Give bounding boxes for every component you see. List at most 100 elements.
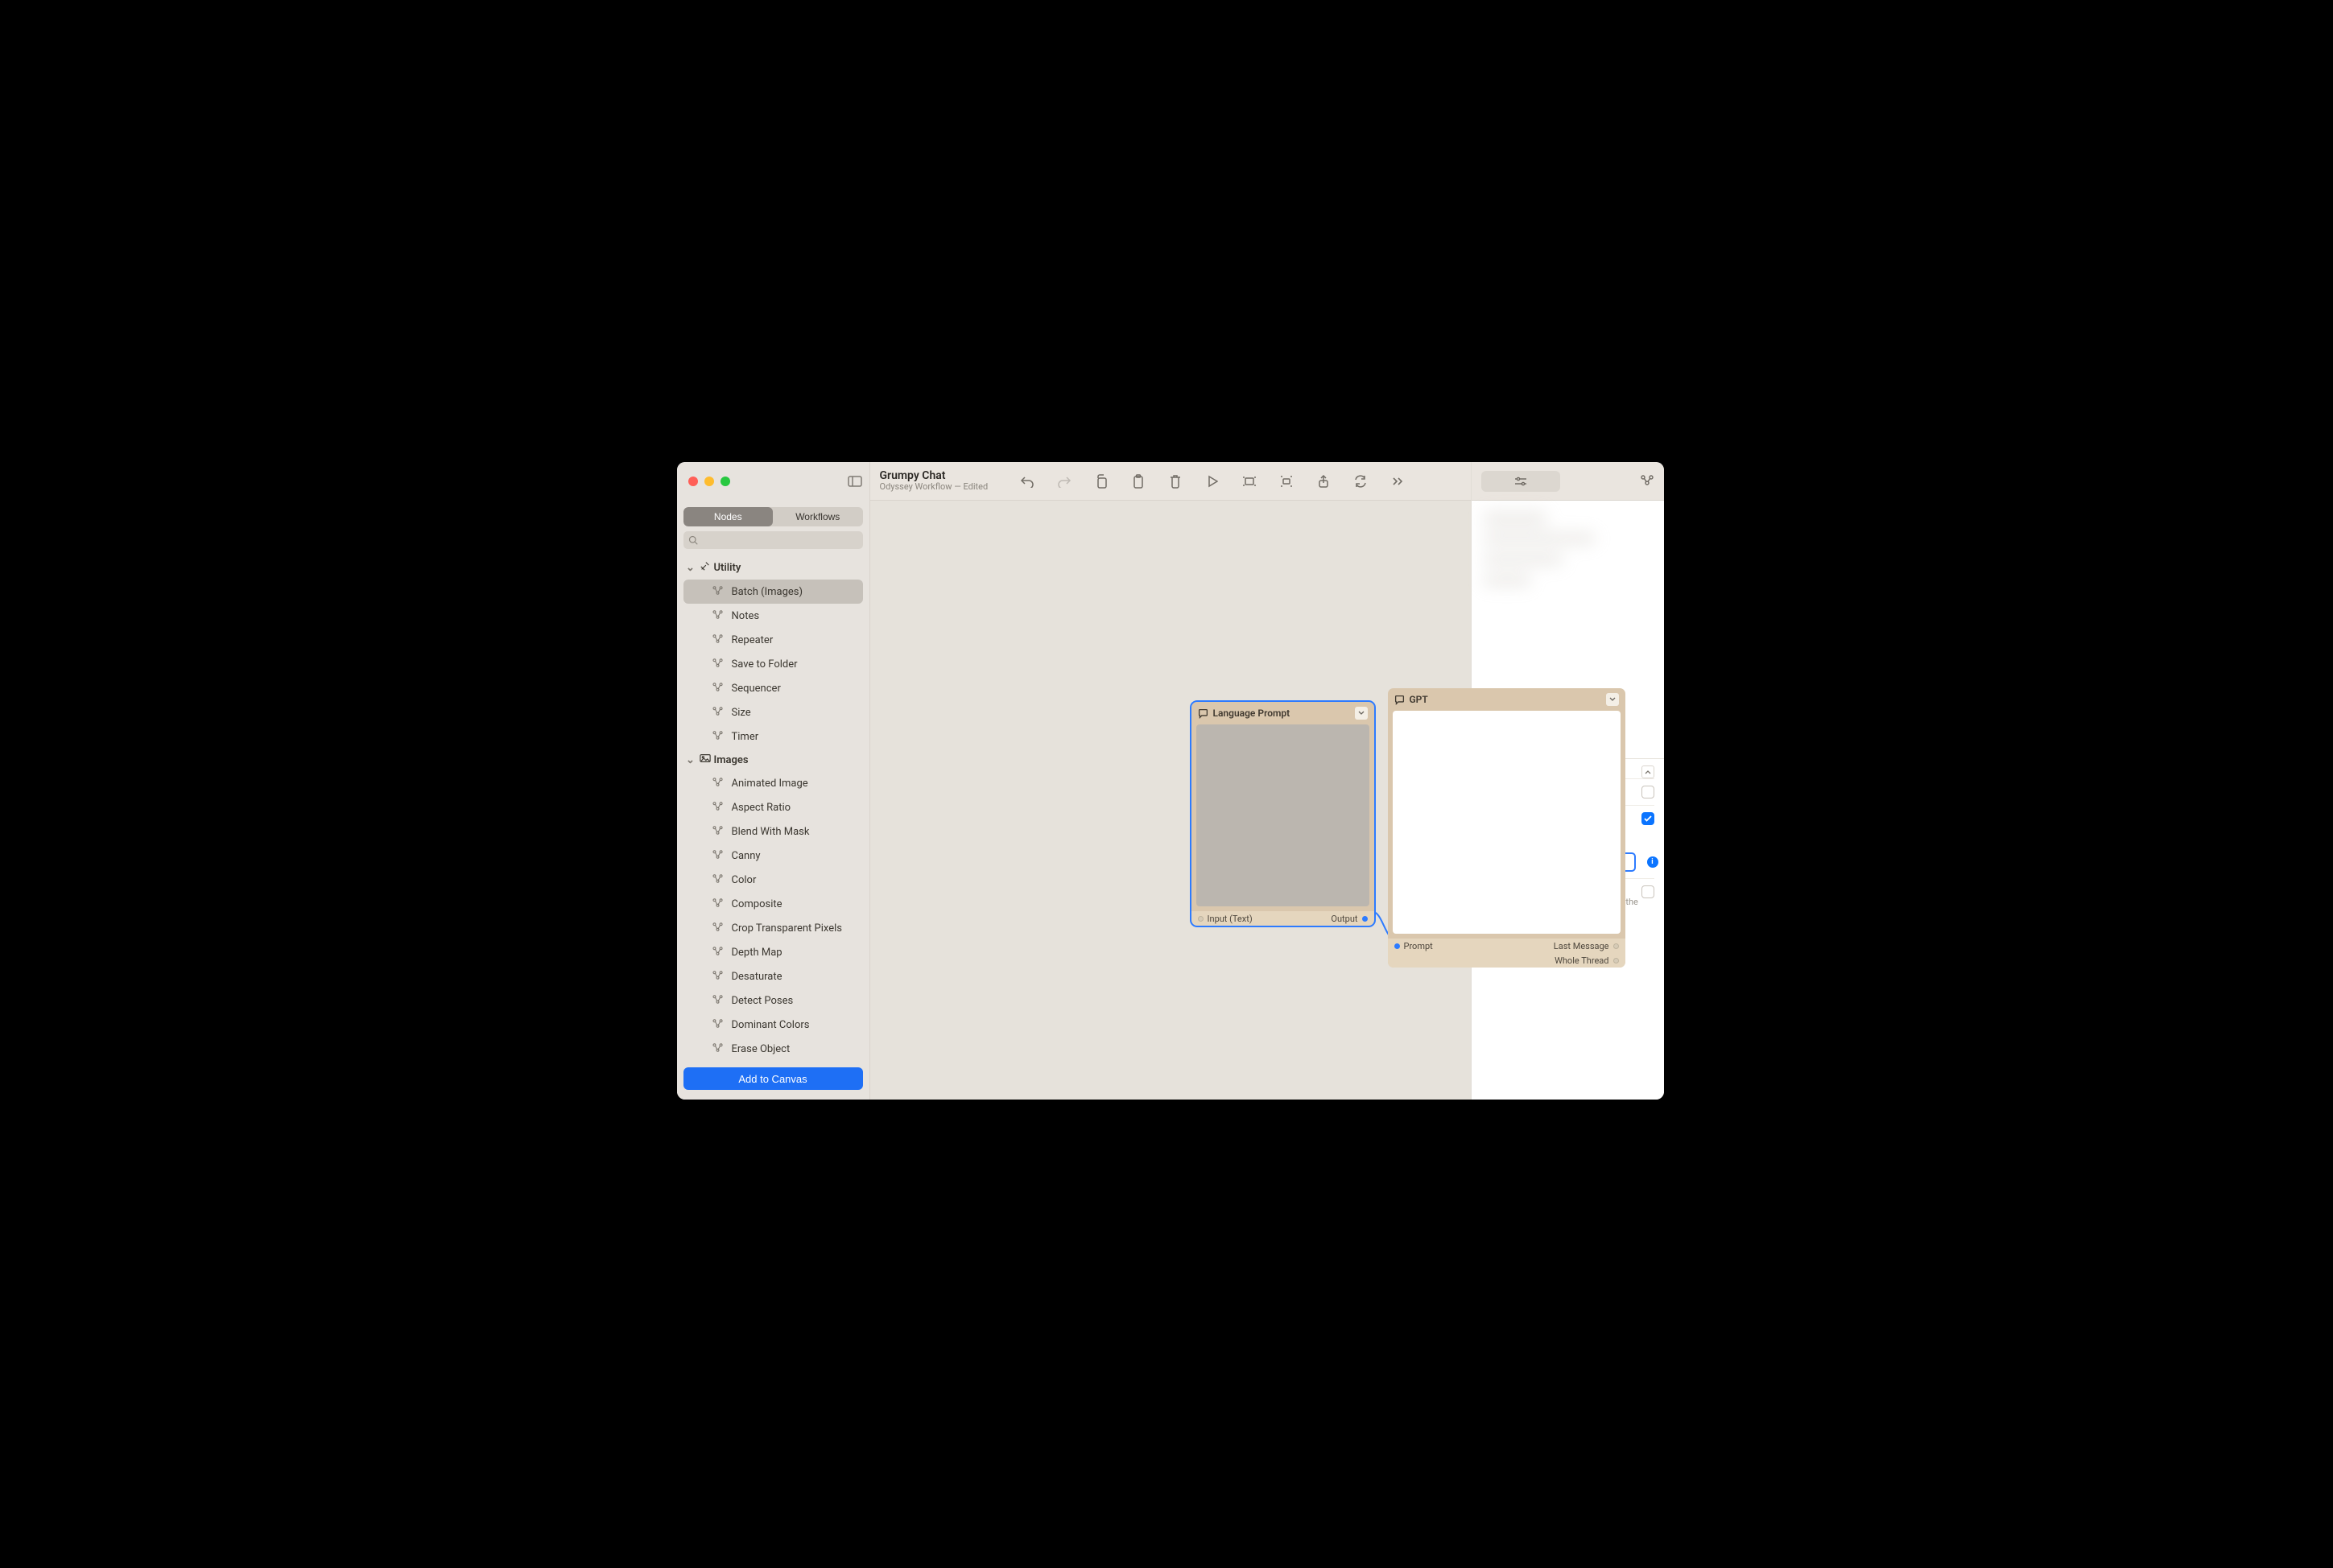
catalog-item-label: Canny [732,850,761,862]
group-header-images[interactable]: ⌄ Images [682,749,865,771]
search-icon [688,535,698,545]
catalog-item[interactable]: Blend With Mask [683,819,863,844]
sidebar-tab-switcher: Nodes Workflows [683,507,863,526]
chevron-down-icon: ⌄ [685,754,696,766]
node-icon [712,873,724,887]
port-prompt-in[interactable]: Prompt [1394,941,1433,951]
catalog-item[interactable]: Depth Map [683,940,863,964]
overflow-button[interactable] [1379,468,1416,494]
frame-selection-button[interactable] [1268,468,1305,494]
node-icon [712,777,724,790]
catalog-item[interactable]: Desaturate [683,964,863,988]
port-input-text[interactable]: Input (Text) [1198,914,1253,924]
node-icon [712,970,724,984]
close-window[interactable] [688,477,698,486]
catalog-item[interactable]: Composite [683,892,863,916]
toggle-sidebar-icon[interactable] [840,470,869,493]
catalog-item-label: Crop Transparent Pixels [732,922,842,935]
node-icon [712,849,724,863]
node-icon [712,825,724,839]
fit-to-screen-button[interactable] [1231,468,1268,494]
catalog-item[interactable]: Animated Image [683,771,863,795]
document-subtitle: Odyssey Workflow — Edited [880,482,989,493]
catalog-item-label: Batch (Images) [732,586,803,598]
catalog-item-label: Blend With Mask [732,826,810,838]
catalog-item[interactable]: Dominant Colors [683,1013,863,1037]
group-name: Utility [714,562,741,574]
node-title: GPT [1410,694,1428,705]
catalog-item[interactable]: Crop Transparent Pixels [683,916,863,940]
toolbar: Grumpy Chat Odyssey Workflow — Edited [870,462,1471,501]
node-icon [712,994,724,1008]
undo-button[interactable] [1009,468,1046,494]
catalog-item-label: Notes [732,610,760,622]
group-header-utility[interactable]: ⌄ Utility [682,555,865,580]
port-output[interactable]: Output [1331,914,1367,924]
delete-button[interactable] [1157,468,1194,494]
node-icon [712,658,724,671]
node-icon [712,1018,724,1032]
chevron-down-icon: ⌄ [685,562,696,574]
catalog-item[interactable]: Batch (Images) [683,580,863,604]
catalog-item-label: Depth Map [732,947,782,959]
catalog-item-label: Composite [732,898,782,910]
catalog-item[interactable]: Sequencer [683,676,863,700]
minimize-window[interactable] [704,477,714,486]
catalog-item[interactable]: Save to Folder [683,652,863,676]
main-area: Grumpy Chat Odyssey Workflow — Edited [870,462,1471,1100]
node-menu-dropdown[interactable] [1355,707,1368,720]
catalog-item[interactable]: Repeater [683,628,863,652]
redo-button[interactable] [1046,468,1083,494]
window-controls [677,462,869,501]
catalog-item-label: Animated Image [732,778,808,790]
catalog-item-label: Size [732,707,751,719]
node-catalog: ⌄ Utility Batch (Images) Notes RepeaterSave … [677,554,869,1059]
catalog-item-label: Sequencer [732,683,781,695]
catalog-item-label: Detect Poses [732,995,794,1007]
node-icon [712,730,724,744]
catalog-item[interactable]: Erase Object [683,1037,863,1059]
port-whole-thread-out[interactable]: Whole Thread [1555,955,1618,966]
node-title: Language Prompt [1213,708,1290,719]
catalog-item[interactable]: Aspect Ratio [683,795,863,819]
port-last-message-out[interactable]: Last Message [1554,941,1619,951]
canvas[interactable]: Language Prompt Input (Text) Output [870,501,1471,1100]
paused-checkbox[interactable] [1641,786,1654,798]
sidebar: Nodes Workflows ⌄ Utility Batch (Images) No… [677,462,870,1100]
chat-icon [1198,708,1208,719]
collapse-section-button[interactable] [1641,765,1654,778]
tab-nodes[interactable]: Nodes [683,507,774,526]
catalog-item[interactable]: Color [683,868,863,892]
node-icon [712,633,724,647]
app-window: Nodes Workflows ⌄ Utility Batch (Images) No… [677,462,1664,1100]
group-name: Images [714,754,749,766]
tools-icon [700,560,711,575]
maximize-window[interactable] [721,477,730,486]
catalog-item-label: Desaturate [732,971,782,983]
info-icon[interactable]: i [1647,856,1658,868]
catalog-item[interactable]: Canny [683,844,863,868]
catalog-item[interactable]: Timer [683,724,863,749]
node-content-area[interactable] [1196,724,1369,906]
catalog-item[interactable]: Size [683,700,863,724]
node-icon [712,801,724,815]
node-icon [712,922,724,935]
port-label: Whole Thread [1555,955,1608,966]
catalog-item[interactable]: Detect Poses [683,988,863,1013]
catalog-item[interactable]: Notes [683,604,863,628]
share-button[interactable] [1305,468,1342,494]
inspector-settings-button[interactable] [1481,471,1560,492]
add-to-canvas-button[interactable]: Add to Canvas [683,1067,863,1090]
tab-workflows[interactable]: Workflows [773,507,863,526]
copy-button[interactable] [1083,468,1120,494]
run-button[interactable] [1194,468,1231,494]
sliders-icon [1514,477,1527,486]
sync-button[interactable] [1342,468,1379,494]
paste-button[interactable] [1120,468,1157,494]
catalog-item-label: Timer [732,731,759,743]
port-label: Last Message [1554,941,1609,951]
sidebar-search[interactable] [683,531,863,549]
node-language-prompt[interactable]: Language Prompt Input (Text) Output [1191,702,1374,926]
graph-preview-icon[interactable] [1640,474,1654,489]
catalog-item-label: Aspect Ratio [732,802,791,814]
